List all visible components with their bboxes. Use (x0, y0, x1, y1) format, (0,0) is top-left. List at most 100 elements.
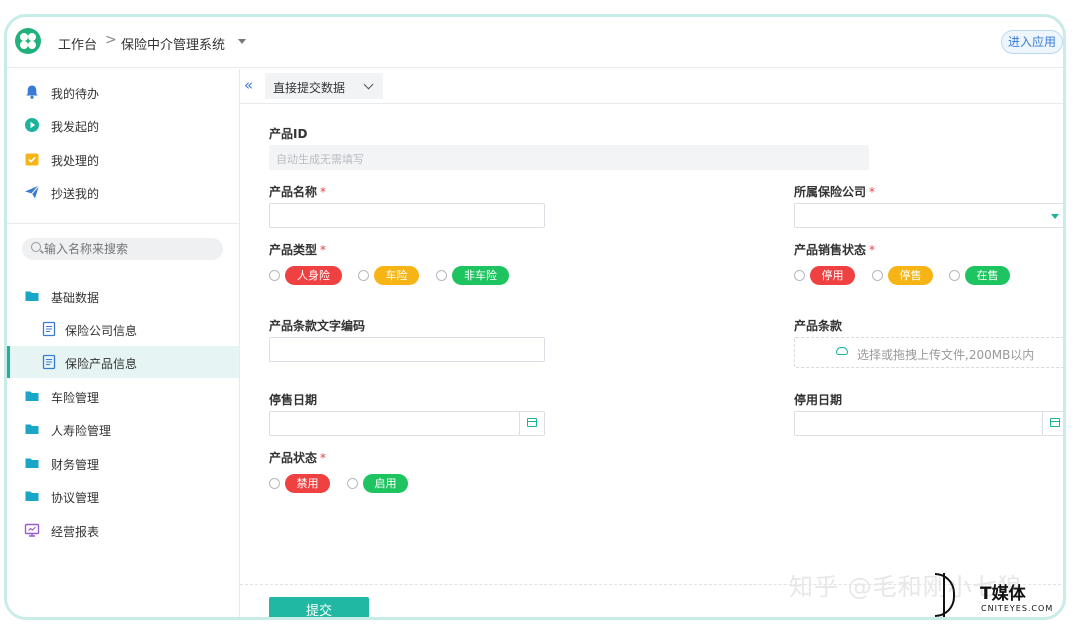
sidebar-item-product-info[interactable]: 保险产品信息 (7, 346, 239, 378)
radio-circle[interactable] (358, 270, 369, 281)
sidebar-item-label: 基础数据 (51, 291, 100, 305)
product-status-tag: 禁用 (285, 474, 330, 493)
app-logo-icon[interactable] (15, 28, 41, 54)
brand-url: CNITEYES.COM (981, 604, 1054, 613)
sales-status-label: 产品销售状态 * (794, 243, 876, 257)
product-id-input: 自动生成无需填写 (269, 145, 869, 170)
insurer-label: 所属保险公司 * (794, 185, 876, 199)
product-name-label: 产品名称 * (269, 185, 327, 199)
disable-date-label: 停用日期 (794, 393, 843, 407)
product-status-label: 产品状态 * (269, 451, 327, 465)
sidebar-item-label: 我发起的 (51, 120, 100, 134)
product-type-radio-group: 人身险 车险 非车险 (269, 265, 529, 287)
main-content: « 直接提交数据 产品ID 自动生成无需填写 产品名称 * 所属保险公司 * 产品类… (240, 69, 1063, 617)
clause-upload-area[interactable]: 选择或拖拽上传文件,200MB以内 (794, 337, 1063, 368)
app-window: 工作台 > 保险中介管理系统 进入应用 我的待办 我发起的 我处理的 抄送我的 (4, 14, 1066, 620)
sidebar-item-life-insurance[interactable]: 人寿险管理 (7, 413, 239, 445)
upload-hint: 选择或拖拽上传文件,200MB以内 (857, 348, 1035, 362)
sidebar-item-label: 人寿险管理 (51, 424, 112, 438)
product-status-radio-group: 禁用 启用 (269, 473, 439, 495)
document-icon (42, 321, 56, 337)
sidebar-item-auto-insurance[interactable]: 车险管理 (7, 380, 239, 412)
view-select-value: 直接提交数据 (273, 81, 346, 95)
sidebar-item-processed[interactable]: 我处理的 (7, 143, 239, 175)
radio-circle[interactable] (949, 270, 960, 281)
document-icon (42, 354, 56, 370)
task-icon (25, 153, 39, 166)
insurer-select[interactable] (794, 203, 1063, 228)
sidebar-item-label: 经营报表 (51, 525, 100, 539)
folder-icon (25, 291, 39, 301)
system-dropdown-icon[interactable] (238, 39, 246, 44)
monitor-icon (24, 523, 40, 537)
brand-name: T媒体 (980, 584, 1026, 604)
product-id-placeholder: 自动生成无需填写 (276, 153, 364, 166)
sidebar-divider (7, 223, 239, 224)
top-header: 工作台 > 保险中介管理系统 进入应用 (7, 17, 1063, 68)
breadcrumb-system[interactable]: 保险中介管理系统 (121, 34, 225, 53)
sidebar-item-label: 财务管理 (51, 458, 100, 472)
stop-sale-date-label: 停售日期 (269, 393, 318, 407)
send-icon (25, 185, 40, 199)
chevron-down-icon (363, 79, 374, 90)
sidebar: 我的待办 我发起的 我处理的 抄送我的 基础数据 保险公司信息 (7, 69, 240, 617)
bell-icon (26, 85, 38, 99)
search-icon (31, 242, 41, 252)
sidebar-item-label: 我处理的 (51, 154, 100, 168)
sidebar-item-label: 抄送我的 (51, 187, 100, 201)
folder-icon (25, 458, 39, 468)
collapse-sidebar-icon[interactable]: « (244, 76, 253, 94)
sidebar-item-label: 车险管理 (51, 391, 100, 405)
radio-circle[interactable] (347, 478, 358, 489)
product-id-label: 产品ID (269, 127, 308, 141)
view-select[interactable]: 直接提交数据 (265, 73, 383, 99)
sidebar-item-my-todo[interactable]: 我的待办 (7, 76, 239, 108)
product-name-input[interactable] (269, 203, 545, 228)
sidebar-item-label: 保险公司信息 (65, 324, 138, 338)
sidebar-item-initiated[interactable]: 我发起的 (7, 109, 239, 141)
clause-label: 产品条款 (794, 319, 843, 333)
form-toolbar: « 直接提交数据 (240, 69, 1063, 104)
breadcrumb-separator-icon: > (105, 32, 117, 48)
sidebar-search[interactable] (22, 238, 223, 260)
folder-icon (25, 424, 39, 434)
sales-status-radio-group: 停用 停售 在售 (794, 265, 1024, 287)
submit-button[interactable]: 提交 (269, 597, 369, 617)
sidebar-item-cc[interactable]: 抄送我的 (7, 176, 239, 208)
upload-cloud-icon (836, 347, 848, 355)
clause-code-label: 产品条款文字编码 (269, 319, 366, 333)
sidebar-item-basic-data[interactable]: 基础数据 (7, 280, 239, 312)
product-type-tag: 人身险 (285, 266, 342, 285)
brand-logo-icon (935, 573, 975, 617)
sidebar-item-insurer-info[interactable]: 保险公司信息 (7, 313, 239, 345)
sidebar-search-input[interactable] (44, 241, 214, 257)
sales-status-tag: 在售 (965, 266, 1010, 285)
enter-app-button[interactable]: 进入应用 (1001, 30, 1063, 54)
disable-date-input[interactable] (794, 411, 1063, 436)
sidebar-item-label: 保险产品信息 (65, 357, 138, 371)
calendar-icon[interactable] (519, 412, 544, 435)
radio-circle[interactable] (794, 270, 805, 281)
radio-circle[interactable] (269, 270, 280, 281)
product-type-tag: 车险 (374, 266, 419, 285)
clause-code-input[interactable] (269, 337, 545, 362)
radio-circle[interactable] (872, 270, 883, 281)
product-type-tag: 非车险 (452, 266, 509, 285)
sales-status-tag: 停售 (888, 266, 933, 285)
radio-circle[interactable] (436, 270, 447, 281)
breadcrumb-workspace[interactable]: 工作台 (58, 34, 97, 53)
stop-sale-date-input[interactable] (269, 411, 545, 436)
brand-watermark: T媒体 CNITEYES.COM (935, 573, 1070, 617)
product-type-label: 产品类型 * (269, 243, 327, 257)
sidebar-item-finance[interactable]: 财务管理 (7, 447, 239, 479)
product-status-tag: 启用 (363, 474, 408, 493)
radio-circle[interactable] (269, 478, 280, 489)
folder-icon (25, 391, 39, 401)
play-icon (25, 118, 39, 132)
sidebar-item-agreement[interactable]: 协议管理 (7, 480, 239, 512)
folder-icon (25, 491, 39, 501)
sidebar-item-reports[interactable]: 经营报表 (7, 514, 239, 546)
sales-status-tag: 停用 (810, 266, 855, 285)
calendar-icon[interactable] (1042, 412, 1063, 435)
sidebar-item-label: 协议管理 (51, 491, 100, 505)
